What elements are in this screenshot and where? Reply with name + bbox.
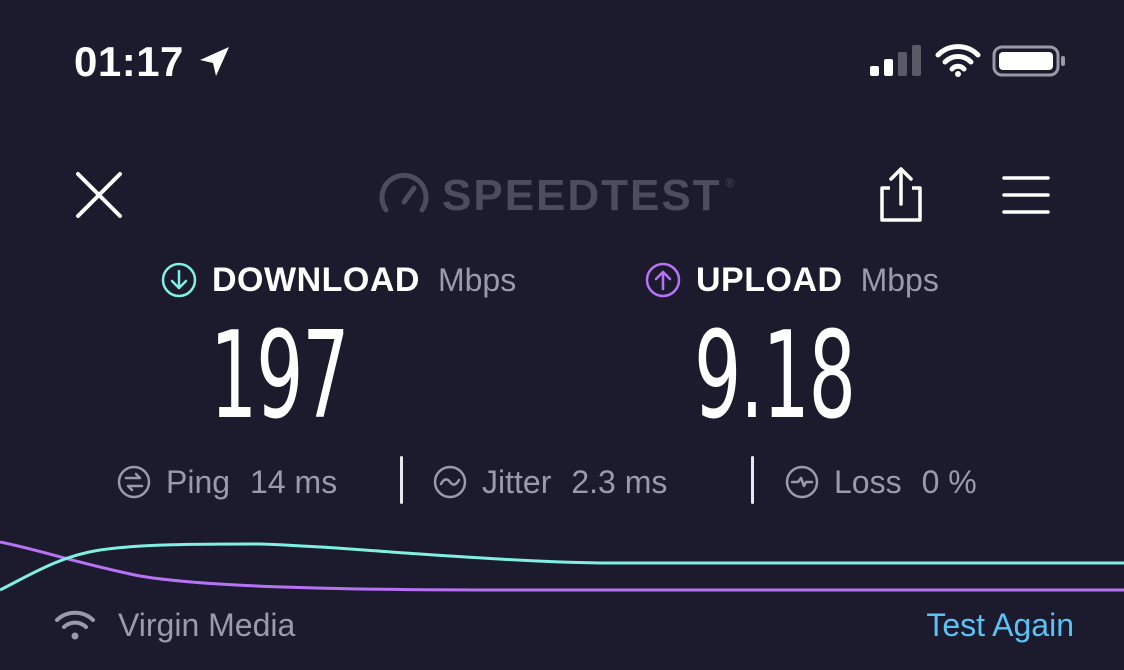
speedtest-logo: SPEEDTEST ® [378, 170, 734, 222]
jitter-label: Jitter [482, 463, 552, 500]
ping-stat: Ping 14 ms [116, 460, 337, 504]
download-value: 197 [210, 307, 350, 446]
logo-trademark: ® [725, 176, 735, 190]
download-arrow-icon [161, 262, 197, 298]
speed-graph [0, 540, 1124, 592]
ping-icon [117, 465, 151, 499]
loss-stat: Loss 0 % [784, 460, 977, 504]
jitter-value: 2.3 ms [571, 463, 668, 500]
ping-label: Ping [166, 463, 231, 500]
packet-loss-icon [785, 465, 819, 499]
upload-header: UPLOAD Mbps [644, 258, 939, 302]
battery-icon [992, 45, 1065, 77]
download-header: DOWNLOAD Mbps [160, 258, 516, 302]
wifi-icon [55, 610, 95, 640]
stat-divider [400, 456, 403, 504]
logo-text: SPEEDTEST [442, 171, 722, 220]
jitter-stat: Jitter 2.3 ms [432, 460, 667, 504]
download-unit: Mbps [437, 261, 517, 298]
menu-button[interactable] [1000, 170, 1052, 220]
upload-label: UPLOAD [696, 260, 843, 299]
cellular-signal-icon [870, 45, 921, 76]
loss-label: Loss [834, 463, 902, 500]
test-again-button[interactable]: Test Again [926, 602, 1074, 648]
upload-value: 9.18 [694, 307, 856, 446]
upload-speed-line [0, 540, 1124, 592]
provider-name: Virgin Media [118, 606, 296, 643]
stat-divider [751, 456, 754, 504]
download-speed-line [0, 542, 1124, 592]
wifi-icon [935, 44, 981, 77]
upload-unit: Mbps [860, 261, 939, 298]
download-label: DOWNLOAD [212, 260, 420, 299]
ping-value: 14 ms [250, 463, 338, 500]
location-arrow-icon [200, 47, 229, 76]
jitter-icon [433, 465, 467, 499]
upload-arrow-icon [645, 262, 681, 298]
close-button[interactable] [72, 168, 126, 222]
share-button[interactable] [874, 164, 928, 224]
provider-info: Virgin Media [54, 602, 295, 648]
speedometer-icon [379, 172, 429, 213]
status-time: 01:17 [74, 38, 184, 85]
loss-value: 0 % [921, 463, 977, 500]
